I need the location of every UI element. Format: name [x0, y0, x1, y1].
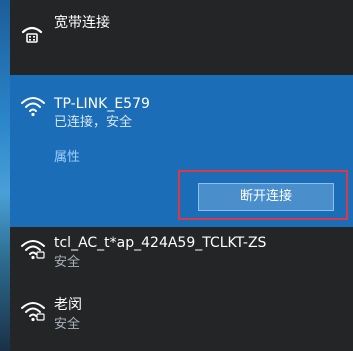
desktop-background-strip	[0, 0, 10, 351]
dialup-icon	[20, 22, 44, 48]
network-list: 宽带连接 TP-LINK_E579 已连接，安全 属性 断开连接 tcl_AC_…	[10, 0, 353, 351]
network-status: 安全	[54, 317, 81, 332]
network-name: 老闵	[54, 297, 82, 313]
network-status: 已连接，安全	[54, 115, 133, 130]
properties-link[interactable]: 属性	[54, 149, 80, 166]
wifi-secured-icon	[20, 300, 46, 322]
wifi-secured-icon	[20, 238, 46, 260]
network-item[interactable]: tcl_AC_t*ap_424A59_TCLKT-ZS 安全	[10, 228, 353, 286]
network-item[interactable]: 老闵 安全	[10, 290, 353, 348]
broadband-label: 宽带连接	[54, 15, 110, 31]
network-status: 安全	[54, 255, 81, 270]
network-name: tcl_AC_t*ap_424A59_TCLKT-ZS	[54, 235, 267, 251]
network-name: TP-LINK_E579	[54, 96, 150, 112]
wifi-signal-icon	[20, 95, 46, 117]
broadband-connection-item[interactable]: 宽带连接	[10, 0, 353, 68]
network-flyout: 宽带连接 TP-LINK_E579 已连接，安全 属性 断开连接 tcl_AC_…	[0, 0, 353, 351]
selected-network-item[interactable]: TP-LINK_E579 已连接，安全 属性 断开连接	[10, 75, 353, 227]
disconnect-button[interactable]: 断开连接	[198, 183, 334, 211]
